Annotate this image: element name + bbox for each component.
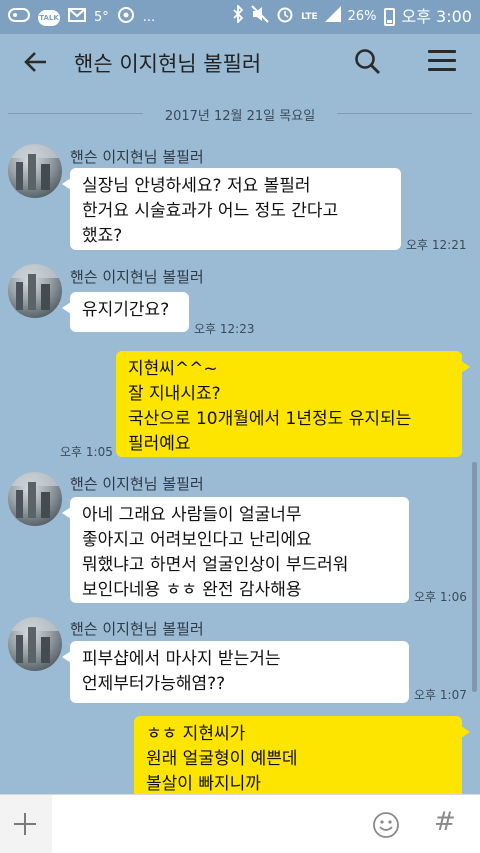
message-bubble-incoming[interactable]: 아네 그래요 사람들이 얼굴너무 좋아지고 어려보인다고 난리에요 뭐했냐고 하… (62, 497, 409, 603)
avatar[interactable] (8, 264, 62, 318)
message-time: 오후 1:05 (60, 445, 113, 459)
temperature-text: 5° (94, 10, 109, 25)
sender-name: 핸슨 이지현님 볼필러 (70, 475, 204, 493)
message-bubble-outgoing[interactable]: 지현씨^^~ 잘 지내시죠? 국산으로 10개월에서 1년정도 유지되는 필러예… (116, 351, 470, 457)
more-notifications-text: ... (142, 10, 156, 25)
message-bubble-outgoing[interactable]: ㅎㅎ 지현씨가 원래 얼굴형이 예쁜데 볼살이 빠지니까 (134, 716, 470, 800)
message-bubble-incoming[interactable]: 실장님 안녕하세요? 저요 볼필러 한거요 시술효과가 어느 정도 간다고 했죠… (62, 168, 401, 250)
smiley-icon (373, 812, 399, 838)
mute-icon (251, 5, 269, 29)
back-button[interactable] (22, 48, 52, 78)
battery-percent-text: 26% (347, 9, 377, 24)
menu-button[interactable] (428, 50, 456, 72)
avatar[interactable] (8, 472, 62, 526)
message-input[interactable] (58, 803, 358, 845)
sync-icon (117, 6, 135, 30)
search-button[interactable] (352, 46, 384, 78)
message-time: 오후 12:23 (194, 322, 255, 336)
message-time: 오후 1:07 (414, 688, 467, 702)
status-left: TALK 5° ... (8, 6, 155, 30)
avatar[interactable] (8, 144, 62, 198)
battery-icon (383, 8, 395, 26)
status-right: LTE 26% 오후 3:00 (232, 3, 472, 29)
bluetooth-icon (232, 3, 244, 29)
app-notification-icon (8, 6, 30, 30)
chat-title: 핸슨 이지현님 볼필러 (74, 52, 262, 76)
kakaotalk-icon: TALK (38, 10, 60, 26)
scrollbar-thumb[interactable] (472, 462, 477, 692)
message-bubble-incoming[interactable]: 피부샵에서 마사지 받는거는 언제부터가능해염?? (62, 641, 409, 703)
alarm-icon (276, 5, 294, 29)
avatar[interactable] (8, 617, 62, 671)
signal-icon (324, 6, 341, 28)
message-bubble-incoming[interactable]: 유지기간요? (62, 292, 189, 332)
network-type-text: LTE (301, 11, 318, 22)
clock-text: 오후 3:00 (401, 7, 472, 26)
chat-header: 핸슨 이지현님 볼필러 (0, 34, 480, 90)
date-separator-text: 2017년 12월 21일 목요일 (164, 109, 316, 124)
emoticon-button[interactable] (372, 811, 400, 839)
date-separator: 2017년 12월 21일 목요일 (0, 103, 480, 124)
sender-name: 핸슨 이지현님 볼필러 (70, 148, 204, 166)
menu-icon (428, 50, 456, 53)
message-input-bar: # (0, 794, 480, 853)
sender-name: 핸슨 이지현님 볼필러 (70, 268, 204, 286)
sender-name: 핸슨 이지현님 볼필러 (70, 620, 204, 638)
attach-button[interactable] (0, 795, 52, 853)
status-bar: TALK 5° ... LTE 26% 오후 3:00 (0, 0, 480, 34)
message-time: 오후 12:21 (406, 238, 467, 252)
search-icon (355, 49, 380, 74)
mail-icon (68, 8, 86, 28)
message-time: 오후 1:06 (414, 590, 467, 604)
back-arrow-icon (24, 52, 46, 72)
hash-search-button[interactable]: # (434, 807, 456, 837)
